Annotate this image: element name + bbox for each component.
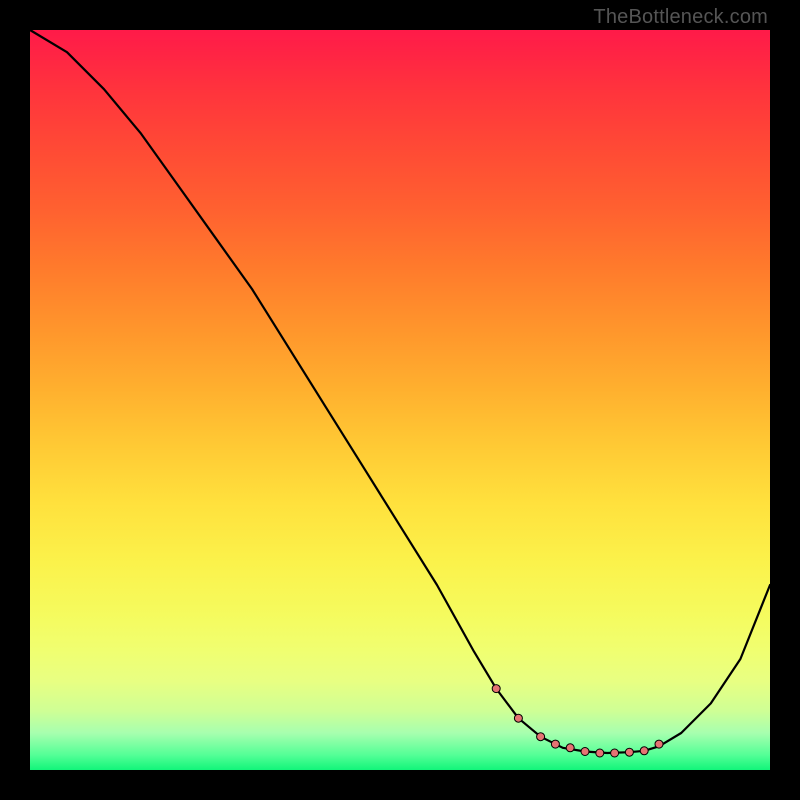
bottleneck-dots [492, 685, 663, 757]
bottleneck-curve-svg [30, 30, 770, 770]
watermark-text: TheBottleneck.com [593, 6, 768, 29]
bottleneck-curve [30, 30, 770, 753]
chart-frame: TheBottleneck.com [0, 0, 800, 800]
chart-plot-area [30, 30, 770, 770]
